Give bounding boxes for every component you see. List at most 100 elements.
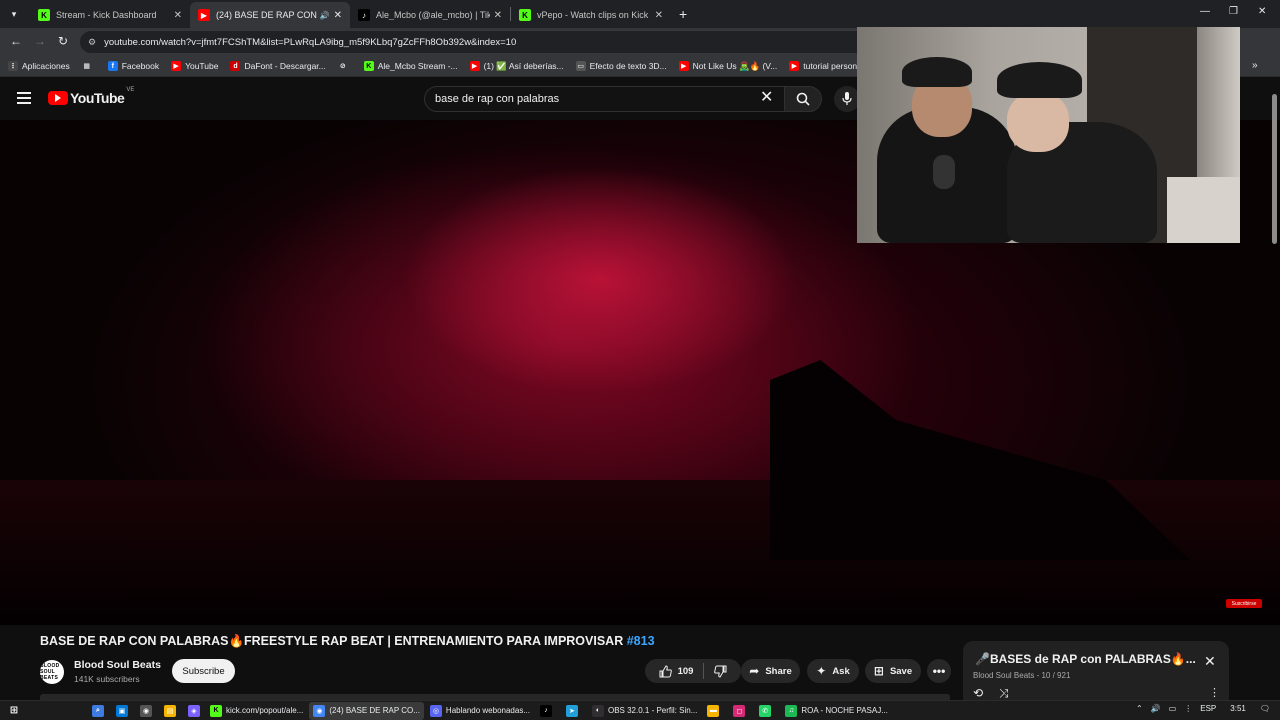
ask-button[interactable]: ✦ Ask [807,659,859,683]
taskbar-app[interactable]: ♪ [536,702,560,720]
double-chevron-right-icon: » [1252,60,1258,71]
subscribe-watermark[interactable]: Suscribirse [1226,599,1262,608]
twitch-icon[interactable]: ◈ [188,704,200,717]
taskbar-app[interactable]: ◻ [729,702,753,720]
search-icon[interactable]: ⌕ [92,704,104,717]
network-icon[interactable]: ▭ [1169,704,1177,713]
tabs-container: K Stream - Kick Dashboard ✕ ▶ (24) BASE DE R… [30,0,671,28]
minimize-button[interactable]: — [1200,6,1210,17]
bookmark-item[interactable]: K Ale_Mcbo Stream -... [363,61,458,71]
channel-avatar-text: BLOOD SOUL BEATS [40,663,60,681]
webcam-cap-left [902,57,972,87]
shuffle-icon: ⤨ [999,686,1009,700]
playlist-panel: 🎤BASES de RAP con PALABRAS🔥... Blood Sou… [963,641,1229,703]
chevron-up-icon[interactable]: ⌃ [1136,704,1143,713]
youtube-icon: ▶ [678,61,689,71]
more-vertical-icon[interactable]: ⋮ [1184,704,1192,713]
bookmark-item[interactable]: d DaFont - Descargar... [230,61,326,71]
video-title-text: BASE DE RAP CON PALABRAS🔥FREESTYLE RAP B… [40,634,624,648]
close-tab-icon[interactable]: ✕ [334,10,342,21]
close-window-button[interactable]: ✕ [1258,6,1266,17]
chevron-down-icon: ▾ [11,8,17,19]
discord-icon: ◎ [429,704,442,717]
watermark-text: Suscribirse [1231,600,1257,607]
chrome-icon[interactable]: ◉ [140,704,152,717]
telegram-icon: ➤ [565,704,578,717]
clock[interactable]: 3:51 [1230,704,1246,713]
channel-avatar[interactable]: BLOOD SOUL BEATS [40,660,64,684]
site-info-icon[interactable]: ⚙ [88,37,96,48]
shuffle-button[interactable]: ⤨ [999,686,1009,701]
bookmark-item[interactable]: ⊘ [337,61,352,71]
share-button[interactable]: ➦ Share [741,659,800,683]
dafont-icon: d [230,61,241,71]
close-tab-icon[interactable]: ✕ [655,10,663,21]
search-input[interactable]: base de rap con palabras [424,86,784,112]
taskbar-app[interactable]: ▬ [703,702,727,720]
clear-search-button[interactable]: ✕ [760,89,773,107]
new-tab-button[interactable]: + [679,6,687,22]
reload-button[interactable]: ↻ [58,34,68,48]
dislike-button[interactable] [714,665,727,678]
bookmark-item[interactable]: ▶ Not Like Us 🧟‍♂️🔥 (V... [678,61,777,72]
bookmark-item[interactable]: ▦ [81,61,96,71]
browser-tab[interactable]: KvPepo - Watch clips on Kick ✕ [511,2,671,28]
volume-icon[interactable]: 🔊 [1151,704,1161,713]
scrollbar-thumb[interactable] [1272,94,1277,244]
taskbar-app[interactable]: ➤ [562,702,586,720]
taskbar-app[interactable]: ◎ Hablando webonadas... [426,702,534,720]
taskbar-app-label: (24) BASE DE RAP CO... [329,706,420,715]
playlist-more-button[interactable]: ⋮ [1209,686,1220,699]
loop-button[interactable]: ⟲ [973,686,983,700]
search-button[interactable] [784,86,822,112]
more-actions-button[interactable]: ••• [927,659,951,683]
taskbar-app[interactable]: Kkick.com/popout/ale... [206,702,307,720]
search-query: base de rap con palabras [435,93,560,105]
playlist-title[interactable]: 🎤BASES de RAP con PALABRAS🔥... [975,652,1197,666]
video-mountain-silhouette [770,360,1190,560]
youtube-logo[interactable]: YouTube VE [48,87,134,106]
more-bookmarks-button[interactable]: » [1252,60,1258,71]
bookmark-item[interactable]: ▭ Efecto de texto 3D... [575,61,667,71]
bookmark-item[interactable]: ⋮ Aplicaciones [8,61,70,71]
bookmark-item[interactable]: f Facebook [107,61,159,71]
channel-name[interactable]: Blood Soul Beats [74,659,161,671]
bookmark-item[interactable]: ▶ (1) ✅ Así deberías... [469,61,564,72]
restore-button[interactable]: ❐ [1229,6,1238,17]
subscribe-button[interactable]: Subscribe [172,659,235,683]
taskbar-app[interactable]: ✆ [755,702,779,720]
page-scrollbar[interactable] [1270,80,1278,700]
windows-start-icon[interactable]: ⊞ [8,705,20,717]
webcam-cap-right [997,62,1082,98]
close-tab-icon[interactable]: ✕ [174,10,182,21]
browser-tab[interactable]: K Stream - Kick Dashboard ✕ [30,2,190,28]
bookmark-item[interactable]: ▶ YouTube [171,61,218,71]
taskbar-app[interactable]: ◉ (24) BASE DE RAP CO... [309,701,424,720]
loop-icon: ⟲ [973,686,984,700]
notifications-icon[interactable]: 🗨 [1260,704,1270,713]
audio-playing-icon[interactable]: 🔊 [320,11,330,20]
store-icon[interactable]: ▣ [116,704,128,717]
like-button[interactable]: 109 [659,664,693,678]
language-indicator[interactable]: ESP [1200,704,1216,713]
close-tab-icon[interactable]: ✕ [494,10,502,21]
webcam-face-right [1007,92,1069,152]
browser-tab[interactable]: ▶ (24) BASE DE RAP CON PAL🔊 ✕ [190,2,350,28]
back-button[interactable]: ← [10,34,22,48]
forward-button[interactable]: → [34,34,46,48]
tab-search-button[interactable]: ▾ [4,4,24,24]
restore-icon: ❐ [1229,6,1238,17]
playlist-close-button[interactable]: ✕ [1204,654,1216,668]
taskbar-app[interactable]: ♫ ROA - NOCHE PASAJ... [781,702,892,720]
menu-icon[interactable] [17,92,31,104]
youtube-icon: ▶ [469,61,480,71]
bookmark-label: Ale_Mcbo Stream -... [377,61,458,71]
more-vertical-icon: ⋮ [1209,687,1220,699]
save-button[interactable]: ⊞ Save [865,659,921,683]
notes-icon[interactable]: ▤ [164,704,176,717]
taskbar-app[interactable]: ◐ OBS 32.0.1 - Perfil: Sin... [588,702,701,720]
kick-icon: K [519,9,531,21]
video-hashtag[interactable]: #813 [627,634,655,648]
browser-tab[interactable]: ♪ Ale_Mcbo (@ale_mcbo) | TikTok ✕ [350,2,510,28]
spotify-icon: ♫ [785,704,798,717]
